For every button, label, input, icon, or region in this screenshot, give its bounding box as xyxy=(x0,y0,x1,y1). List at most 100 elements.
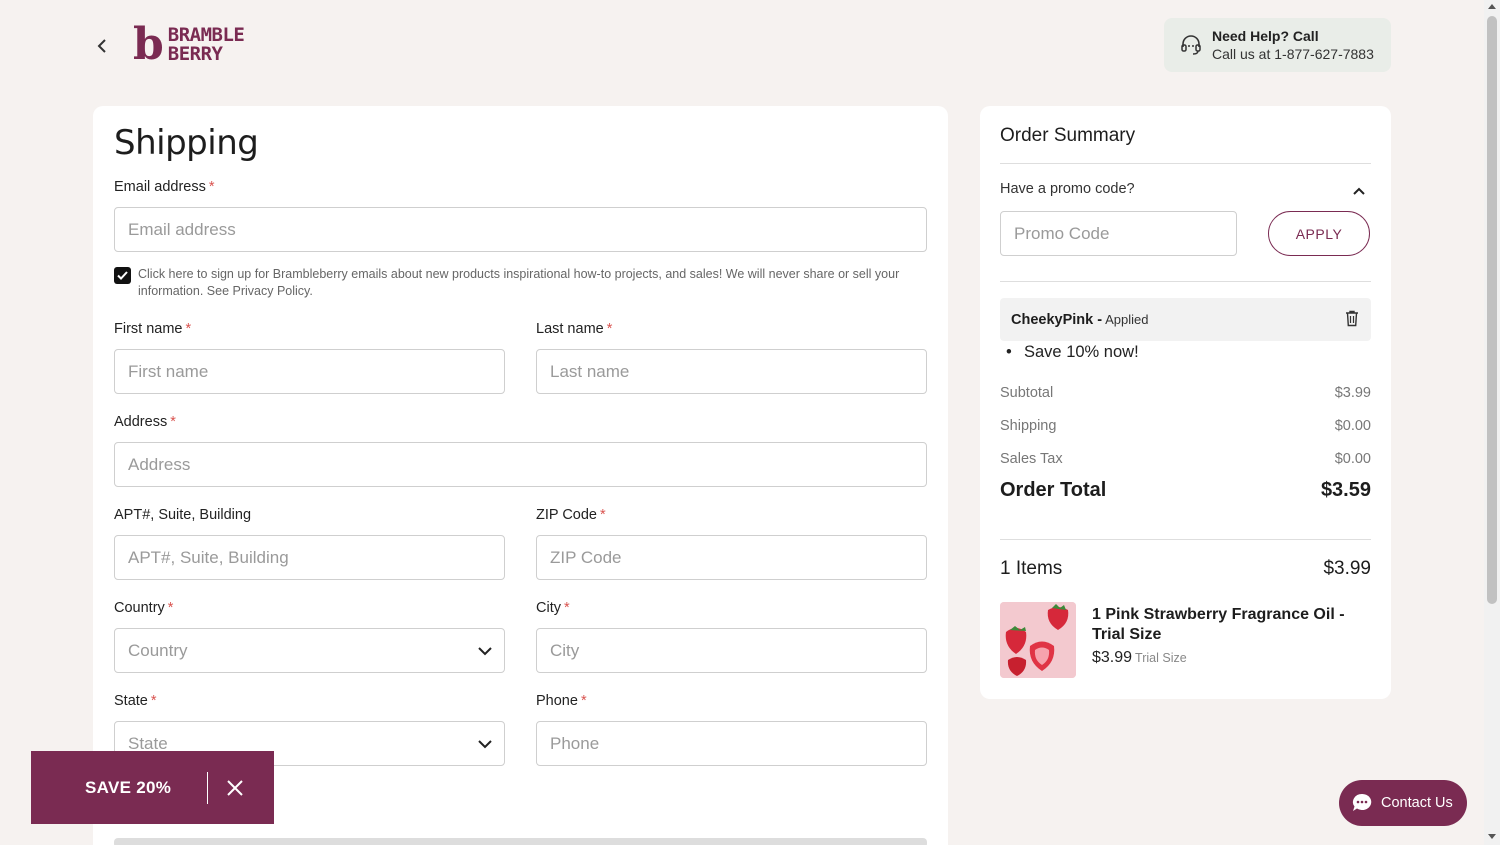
required-mark: * xyxy=(563,600,570,616)
chevron-down-icon xyxy=(478,740,492,749)
promo-question[interactable]: Have a promo code? xyxy=(1000,181,1135,197)
state-label: State * xyxy=(114,693,157,709)
address-placeholder: Address xyxy=(128,454,191,474)
phone-field[interactable]: Phone xyxy=(536,721,927,766)
promo-toggle[interactable] xyxy=(1352,183,1366,201)
apt-label-text: APT#, Suite, Building xyxy=(114,507,252,523)
last-name-label: Last name * xyxy=(536,321,612,337)
promo-placeholder: Promo Code xyxy=(1014,223,1110,243)
applied-promo-code: CheekyPink - xyxy=(1011,311,1103,328)
headset-icon xyxy=(1181,35,1201,55)
phone-placeholder: Phone xyxy=(550,733,600,753)
save-banner: SAVE 20% xyxy=(31,751,274,824)
first-name-field[interactable]: First name xyxy=(114,349,505,394)
contact-us-label: Contact Us xyxy=(1381,795,1453,811)
shipping-label: Shipping xyxy=(1000,418,1057,434)
apt-placeholder: APT#, Suite, Building xyxy=(128,547,289,567)
items-row: 1 Items $3.99 xyxy=(1000,558,1371,580)
product-name[interactable]: 1 Pink Strawberry Fragrance Oil - Trial … xyxy=(1092,605,1362,645)
email-label: Email address * xyxy=(114,179,215,195)
country-label-text: Country xyxy=(114,600,165,616)
help-box[interactable]: Need Help? Call Call us at 1-877-627-788… xyxy=(1164,18,1391,72)
email-placeholder: Email address xyxy=(128,219,236,239)
logo-text: BRAMBLE BERRY xyxy=(168,26,245,64)
apply-button[interactable]: APPLY xyxy=(1268,211,1370,256)
city-placeholder: City xyxy=(550,640,580,660)
save-banner-divider xyxy=(207,771,208,804)
applied-promo-status: Applied xyxy=(1105,312,1149,327)
tax-value: $0.00 xyxy=(1334,451,1371,467)
address-label: Address * xyxy=(114,414,176,430)
applied-promo: CheekyPink - Applied xyxy=(1000,298,1371,341)
email-field[interactable]: Email address xyxy=(114,207,927,252)
help-text: Need Help? Call Call us at 1-877-627-788… xyxy=(1212,28,1374,62)
scroll-down-icon[interactable] xyxy=(1488,834,1496,839)
contact-us-button[interactable]: Contact Us xyxy=(1339,780,1467,826)
country-select[interactable]: Country xyxy=(114,628,505,673)
help-phone[interactable]: Call us at 1-877-627-7883 xyxy=(1212,46,1374,62)
required-mark: * xyxy=(606,321,613,337)
promo-description: Save 10% now! xyxy=(1006,343,1139,362)
subtotal-value: $3.99 xyxy=(1334,385,1371,401)
required-mark: * xyxy=(600,507,606,523)
help-title: Need Help? Call xyxy=(1212,28,1319,44)
divider xyxy=(1000,163,1371,164)
city-label-text: City xyxy=(536,600,561,616)
required-mark: * xyxy=(580,693,587,709)
last-name-field[interactable]: Last name xyxy=(536,349,927,394)
first-name-placeholder: First name xyxy=(128,361,209,381)
scroll-thumb[interactable] xyxy=(1487,16,1497,604)
shipping-row: Shipping $0.00 xyxy=(1000,418,1371,434)
shipping-method-bar xyxy=(114,838,927,845)
address-field[interactable]: Address xyxy=(114,442,927,487)
chevron-up-icon xyxy=(1353,187,1365,195)
order-total-value: $3.59 xyxy=(1320,479,1371,501)
address-label-text: Address xyxy=(114,414,168,430)
first-name-label: First name * xyxy=(114,321,191,337)
shipping-card: Shipping Email address * Email address Cl… xyxy=(93,106,948,845)
email-label-text: Email address xyxy=(114,179,206,195)
brand-logo[interactable]: b BRAMBLE BERRY xyxy=(133,23,245,67)
zip-field[interactable]: ZIP Code xyxy=(536,535,927,580)
signup-checkbox[interactable] xyxy=(114,267,131,284)
country-label: Country * xyxy=(114,600,173,616)
state-label-text: State xyxy=(114,693,148,709)
required-mark: * xyxy=(167,600,174,616)
apt-field[interactable]: APT#, Suite, Building xyxy=(114,535,505,580)
order-total-label: Order Total xyxy=(1000,479,1107,501)
divider xyxy=(1000,281,1371,282)
zip-label-text: ZIP Code xyxy=(536,507,597,523)
product-image[interactable] xyxy=(1000,602,1076,678)
required-mark: * xyxy=(185,321,192,337)
chat-icon xyxy=(1352,793,1372,811)
last-name-label-text: Last name xyxy=(536,321,604,337)
back-button[interactable] xyxy=(92,36,112,56)
logo-line-2: BERRY xyxy=(167,43,223,65)
close-banner-button[interactable] xyxy=(226,779,244,797)
city-field[interactable]: City xyxy=(536,628,927,673)
city-label: City * xyxy=(536,600,570,616)
zip-placeholder: ZIP Code xyxy=(550,547,622,567)
first-name-label-text: First name xyxy=(114,321,183,337)
promo-code-input[interactable]: Promo Code xyxy=(1000,211,1237,256)
phone-label-text: Phone xyxy=(536,693,578,709)
remove-promo-button[interactable] xyxy=(1345,310,1359,332)
required-mark: * xyxy=(150,693,157,709)
product-price-line: $3.99 Trial Size xyxy=(1092,649,1187,667)
strawberry-image xyxy=(1000,602,1076,678)
scroll-up-icon[interactable] xyxy=(1488,4,1496,9)
chevron-left-icon xyxy=(97,39,106,53)
page-title: Shipping xyxy=(114,123,259,163)
divider xyxy=(1000,539,1371,540)
order-total-row: Order Total $3.59 xyxy=(1000,479,1371,502)
tax-label: Sales Tax xyxy=(1000,451,1063,467)
product-price: $3.99 xyxy=(1092,649,1133,666)
scrollbar[interactable] xyxy=(1484,0,1500,845)
trash-icon xyxy=(1346,310,1358,327)
close-icon xyxy=(227,779,243,796)
signup-text[interactable]: Click here to sign up for Brambleberry e… xyxy=(138,266,928,300)
save-banner-label[interactable]: SAVE 20% xyxy=(85,778,207,798)
items-count: 1 Items xyxy=(1000,558,1063,579)
apt-label: APT#, Suite, Building xyxy=(114,507,251,523)
items-total: $3.99 xyxy=(1323,558,1371,579)
